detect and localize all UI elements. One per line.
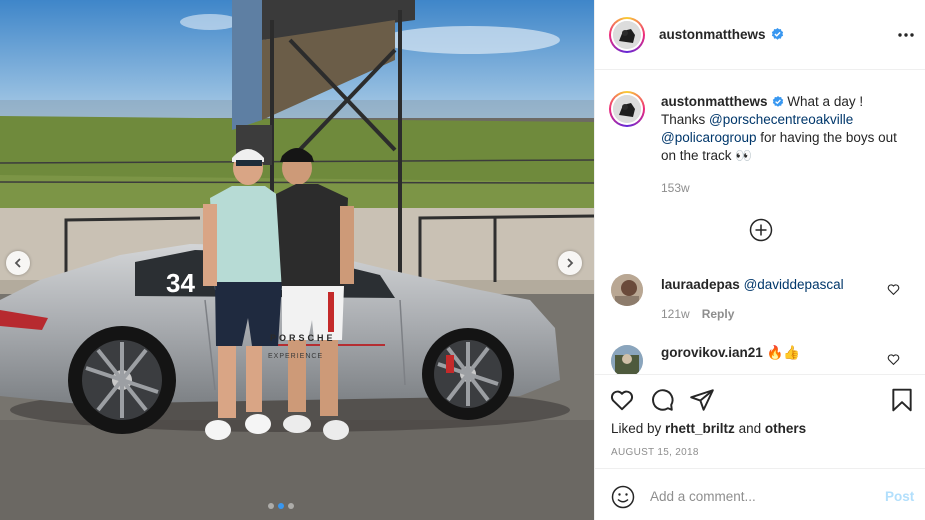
comment-item: gorovikov.ian21 🔥👍 xyxy=(595,341,925,374)
liked-by-and: and xyxy=(734,421,765,436)
post-header: austonmatthews xyxy=(595,0,925,70)
heart-icon[interactable] xyxy=(609,387,635,413)
car-door-subtext: EXPERIENCE xyxy=(268,353,323,360)
chevron-left-icon xyxy=(14,258,21,268)
mention-policarogroup[interactable]: @policarogroup xyxy=(661,130,757,145)
carousel-indicator xyxy=(268,503,294,509)
comment-like-icon[interactable] xyxy=(887,353,900,366)
mention-porschecentreoakville[interactable]: @porschecentreoakville xyxy=(709,112,853,127)
plus-circle-icon[interactable] xyxy=(749,218,773,242)
verified-badge-icon xyxy=(772,96,783,107)
comment-body: gorovikov.ian21 🔥👍 xyxy=(661,345,800,361)
avatar-image xyxy=(613,21,641,49)
liked-by-user[interactable]: rhett_briltz xyxy=(665,421,735,436)
car-number: 34 xyxy=(166,268,195,298)
comment-input[interactable] xyxy=(650,486,870,506)
avatar-image xyxy=(611,345,643,374)
caption-emoji: 👀 xyxy=(735,148,753,163)
carousel-dot xyxy=(288,503,294,509)
liked-by-prefix: Liked by xyxy=(611,421,666,436)
caption-username[interactable]: austonmatthews xyxy=(661,94,768,109)
verified-badge-icon xyxy=(771,28,784,40)
comment-icon[interactable] xyxy=(649,387,675,413)
comment-text: 🔥👍 xyxy=(766,345,801,360)
commenter-username[interactable]: lauraadepas xyxy=(661,277,740,292)
comment-like-icon[interactable] xyxy=(887,283,900,296)
avatar-image xyxy=(611,274,643,306)
more-options-icon[interactable] xyxy=(895,26,917,44)
comment-item: lauraadepas @daviddepascal 121w Reply xyxy=(595,271,925,331)
add-comment-bar: Post xyxy=(595,468,925,520)
commenter-avatar[interactable] xyxy=(611,274,643,306)
carousel-dot xyxy=(268,503,274,509)
photo-scene: 34 PORSCHE EXPERIENCE xyxy=(0,0,594,520)
carousel-dot-active xyxy=(278,503,284,509)
comments-area[interactable]: austonmatthews What a day ! Thanks @pors… xyxy=(595,71,925,374)
bookmark-icon[interactable] xyxy=(889,387,915,413)
car-door-text: PORSCHE xyxy=(270,333,336,343)
comment-body: lauraadepas @daviddepascal xyxy=(661,277,844,292)
post-caption: austonmatthews What a day ! Thanks @pors… xyxy=(661,93,901,197)
chevron-right-icon xyxy=(567,258,574,268)
commenter-username[interactable]: gorovikov.ian21 xyxy=(661,345,763,360)
post-sidebar: austonmatthews austonmatthews What a day… xyxy=(594,0,925,520)
post-actions: Liked by rhett_briltz and others August … xyxy=(595,374,925,468)
post-date[interactable]: August 15, 2018 xyxy=(611,447,699,458)
comment-timestamp[interactable]: 121w xyxy=(661,307,690,321)
commenter-avatar[interactable] xyxy=(611,345,643,374)
caption-author-avatar[interactable] xyxy=(609,91,645,127)
reply-button[interactable]: Reply xyxy=(702,307,735,321)
post-photo[interactable]: 34 PORSCHE EXPERIENCE xyxy=(0,0,594,520)
post-comment-button[interactable]: Post xyxy=(885,489,914,504)
emoji-icon[interactable] xyxy=(611,485,635,509)
avatar-image xyxy=(613,95,641,123)
liked-by-others[interactable]: others xyxy=(765,421,806,436)
share-icon[interactable] xyxy=(689,387,715,413)
previous-photo-button[interactable] xyxy=(6,251,30,275)
comment-mention[interactable]: @daviddepascal xyxy=(744,277,844,292)
author-avatar[interactable] xyxy=(609,17,645,53)
comment-meta: 121w Reply xyxy=(661,307,734,321)
author-username[interactable]: austonmatthews xyxy=(659,27,766,42)
liked-by-text: Liked by rhett_briltz and others xyxy=(611,421,806,436)
caption-timestamp[interactable]: 153w xyxy=(661,181,690,195)
next-photo-button[interactable] xyxy=(558,251,582,275)
